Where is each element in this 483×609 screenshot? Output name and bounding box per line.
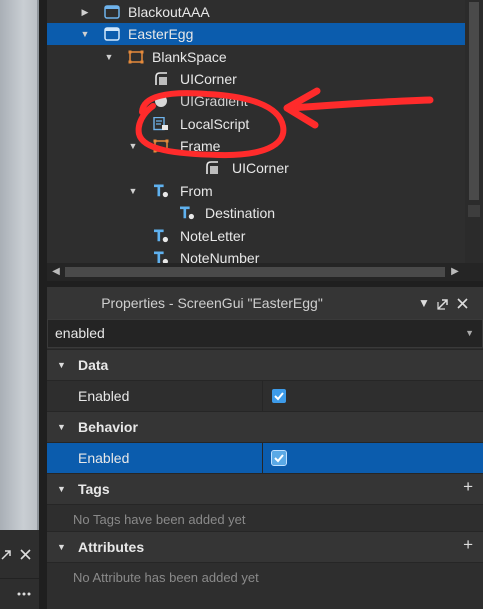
enabled-checkbox[interactable] xyxy=(271,450,287,466)
property-name: Enabled xyxy=(78,388,130,404)
panel-splitter[interactable] xyxy=(39,0,47,609)
annotation-overlay xyxy=(135,87,434,159)
left-panel-titlebar xyxy=(0,542,39,568)
add-attribute-icon[interactable]: + xyxy=(463,530,473,560)
chevron-down-icon[interactable]: ▼ xyxy=(465,320,474,347)
empty-message: No Attribute has been added yet xyxy=(73,570,259,585)
category-label: Behavior xyxy=(78,419,138,435)
explorer-panel: ▶ BlackoutAAA ▼ EasterEgg ▼ BlankSpace U… xyxy=(47,0,483,281)
scroll-right-icon[interactable]: ▶ xyxy=(447,264,463,280)
column-separator xyxy=(262,381,263,411)
collapse-arrow-icon[interactable]: ▼ xyxy=(57,474,66,504)
chevron-down-icon[interactable]: ▼ xyxy=(418,287,430,319)
category-tags[interactable]: ▼ Tags + xyxy=(47,473,483,504)
left-panel-toolbar xyxy=(0,578,39,609)
property-row-enabled[interactable]: Enabled xyxy=(47,442,483,473)
property-name: Enabled xyxy=(78,450,130,466)
collapse-arrow-icon[interactable]: ▼ xyxy=(57,350,66,380)
scrollbar-thumb[interactable] xyxy=(65,267,445,277)
left-dock-panel xyxy=(0,530,39,609)
horizontal-scrollbar[interactable]: ◀ ▶ xyxy=(47,263,483,281)
property-row-enabled[interactable]: Enabled xyxy=(47,380,483,411)
collapse-arrow-icon[interactable]: ▼ xyxy=(57,532,66,562)
scroll-left-icon[interactable]: ◀ xyxy=(48,264,64,280)
column-separator xyxy=(262,443,263,473)
category-data[interactable]: ▼ Data xyxy=(47,349,483,380)
enabled-checkbox[interactable] xyxy=(272,389,286,403)
category-label: Data xyxy=(78,357,109,373)
float-icon[interactable] xyxy=(437,298,449,310)
properties-titlebar: Properties - ScreenGui "EasterEgg" ▼ xyxy=(47,287,483,319)
category-attributes[interactable]: ▼ Attributes + xyxy=(47,531,483,562)
float-icon[interactable] xyxy=(1,549,12,560)
category-label: Attributes xyxy=(78,539,145,555)
checkmark-icon xyxy=(274,454,284,463)
checkmark-icon xyxy=(274,392,284,401)
viewport-edge[interactable] xyxy=(0,0,39,530)
category-label: Tags xyxy=(78,481,110,497)
attributes-empty-row: No Attribute has been added yet xyxy=(47,562,483,593)
filter-value: enabled xyxy=(55,325,105,341)
add-tag-icon[interactable]: + xyxy=(463,472,473,502)
panel-title: Properties - ScreenGui "EasterEgg" xyxy=(101,295,323,311)
close-icon[interactable] xyxy=(457,298,468,309)
category-behavior[interactable]: ▼ Behavior xyxy=(47,411,483,442)
properties-panel: Properties - ScreenGui "EasterEgg" ▼ ena… xyxy=(47,287,483,609)
close-icon[interactable] xyxy=(20,549,31,560)
more-options-icon[interactable] xyxy=(17,592,31,596)
property-filter-input[interactable]: enabled ▼ xyxy=(47,319,483,348)
collapse-arrow-icon[interactable]: ▼ xyxy=(57,412,66,442)
